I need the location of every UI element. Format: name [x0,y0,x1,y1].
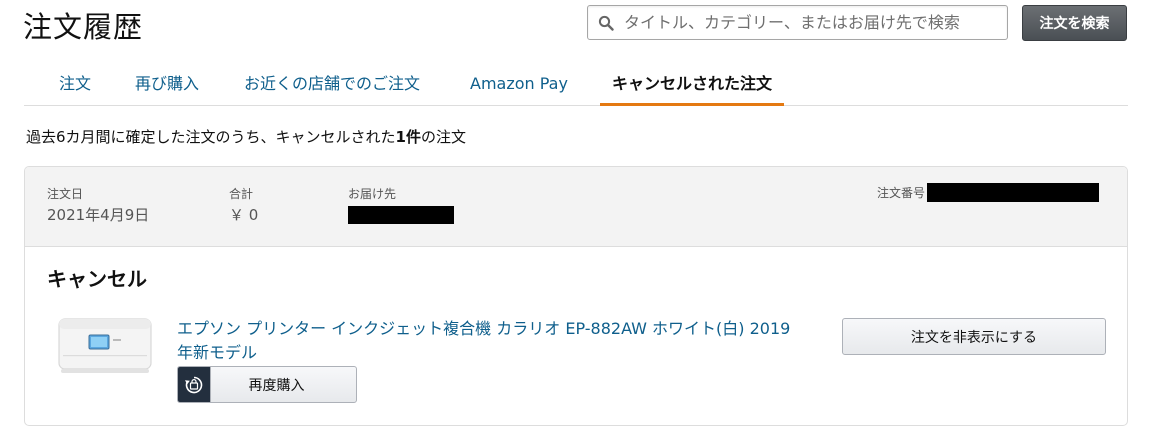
tab-buy-again[interactable]: 再び購入 [135,62,199,105]
tab-amazon-pay[interactable]: Amazon Pay [470,62,568,105]
order-total-column: 合計 ￥ 0 [229,185,258,225]
order-total-label: 合計 [229,187,254,201]
order-status: キャンセル [47,267,147,291]
order-date-column: 注文日 2021年4月9日 [47,185,149,225]
tab-orders[interactable]: 注文 [59,62,91,105]
order-tabs: 注文 再び購入 お近くの店舗でのご注文 Amazon Pay キャンセルされた注… [24,62,1128,106]
order-date-value: 2021年4月9日 [47,206,150,224]
search-orders-button[interactable]: 注文を検索 [1022,5,1127,41]
summary-suffix: の注文 [420,128,466,146]
product-title-link[interactable]: エプソン プリンター インクジェット複合機 カラリオ EP-882AW ホワイト… [177,317,797,365]
order-total-value: ￥ 0 [229,206,259,224]
redacted-order-number [927,183,1100,202]
buy-again-label: 再度購入 [248,376,305,393]
search-icon [598,15,614,31]
tab-local-store-orders[interactable]: お近くの店舗でのご注文 [244,62,420,105]
cancelled-summary: 過去6カ月間に確定した注文のうち、キャンセルされた1件の注文 [26,126,466,147]
product-image[interactable] [55,313,155,377]
tab-cancelled-orders[interactable]: キャンセルされた注文 [600,62,785,106]
order-number-label: 注文番号 [877,186,926,200]
buy-again-button[interactable]: 再度購入 [177,366,357,403]
search-input[interactable] [622,12,1007,33]
ship-to-column: お届け先 [348,185,454,228]
order-search-field[interactable] [587,5,1008,40]
order-card: 注文日 2021年4月9日 合計 ￥ 0 お届け先 注文番号 キャンセル エプソ… [24,166,1128,426]
order-number-column: 注文番号 [877,183,1100,202]
reorder-icon [178,367,211,402]
ship-to-value-wrap [348,206,454,228]
ship-to-label: お届け先 [348,187,397,201]
order-header: 注文日 2021年4月9日 合計 ￥ 0 お届け先 注文番号 [25,167,1127,247]
redacted-ship-to[interactable] [348,206,454,224]
order-date-label: 注文日 [47,187,84,201]
page-title: 注文履歴 [23,10,144,44]
hide-order-button[interactable]: 注文を非表示にする [842,318,1106,355]
summary-prefix: 過去6カ月間に確定した注文のうち、キャンセルされた [26,128,396,146]
summary-count: 1件 [395,128,421,146]
